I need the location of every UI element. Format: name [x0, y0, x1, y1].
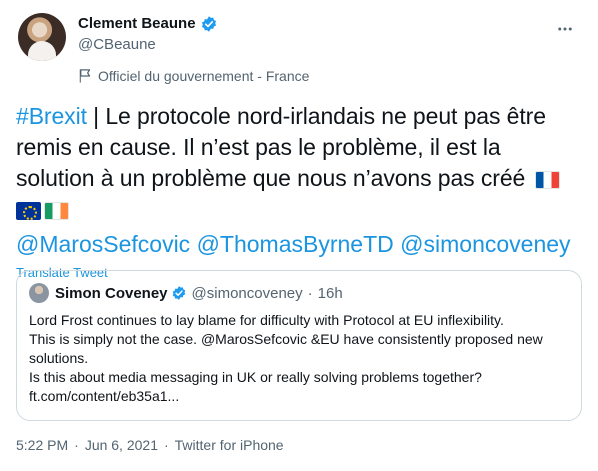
tweet-source[interactable]: Twitter for iPhone [175, 437, 284, 453]
author-name-row: Clement Beaune [78, 14, 218, 34]
tweet-text: #Brexit | Le protocole nord-irlandais ne… [16, 101, 582, 225]
more-options-icon[interactable] [554, 18, 576, 40]
quoted-author-name: Simon Coveney [55, 284, 168, 302]
government-affiliation: Officiel du gouvernement - France [78, 65, 582, 87]
quoted-time: 16h [317, 284, 343, 302]
government-label-icon [79, 69, 91, 83]
tweet-mentions: @MarosSefcovic @ThomasByrneTD @simoncove… [16, 229, 582, 260]
tweet-time[interactable]: 5:22 PM [16, 437, 68, 453]
author-handle[interactable]: @CBeaune [78, 35, 218, 55]
tweet-date[interactable]: Jun 6, 2021 [85, 437, 158, 453]
tweet-detail: Clement Beaune @CBeaune Officiel du gouv… [0, 0, 598, 471]
quoted-author-avatar [29, 283, 49, 303]
ellipsis-icon [558, 27, 572, 31]
quoted-text-line: This is simply not the case. @MarosSefco… [29, 331, 543, 366]
flag-france-icon [534, 171, 560, 189]
author-avatar[interactable] [18, 13, 66, 61]
tweet-metadata: 5:22 PM · Jun 6, 2021 · Twitter for iPho… [16, 437, 284, 453]
quoted-tweet-text: Lord Frost continues to lay blame for di… [29, 311, 569, 406]
meta-separator: · [74, 437, 79, 453]
mention-link[interactable]: @MarosSefcovic [16, 231, 190, 257]
quoted-tweet-header: Simon Coveney @simoncoveney · 16h [29, 283, 569, 303]
affiliation-label: Officiel du gouvernement - France [98, 68, 310, 84]
tweet-body-text: | Le protocole nord-irlandais ne peut pa… [16, 103, 546, 191]
mention-link[interactable]: @simoncoveney [400, 231, 570, 257]
meta-separator: · [163, 437, 169, 453]
quoted-text-line: Lord Frost continues to lay blame for di… [29, 312, 504, 328]
flag-ireland-icon [44, 202, 69, 220]
tweet-header: Clement Beaune @CBeaune [16, 10, 582, 62]
verified-badge-icon [201, 16, 216, 32]
mention-link[interactable]: @ThomasByrneTD [197, 231, 394, 257]
verified-badge-icon [172, 286, 185, 300]
flag-eu-icon [16, 202, 41, 220]
hashtag-link[interactable]: #Brexit [16, 103, 87, 129]
quoted-text-line: Is this about media messaging in UK or r… [29, 369, 482, 404]
quoted-separator: · [307, 284, 313, 302]
author-display-name[interactable]: Clement Beaune [78, 14, 196, 34]
author-identity: Clement Beaune @CBeaune [78, 14, 218, 55]
quoted-tweet[interactable]: Simon Coveney @simoncoveney · 16h Lord F… [16, 270, 582, 421]
quoted-author-handle: @simoncoveney [191, 284, 303, 302]
